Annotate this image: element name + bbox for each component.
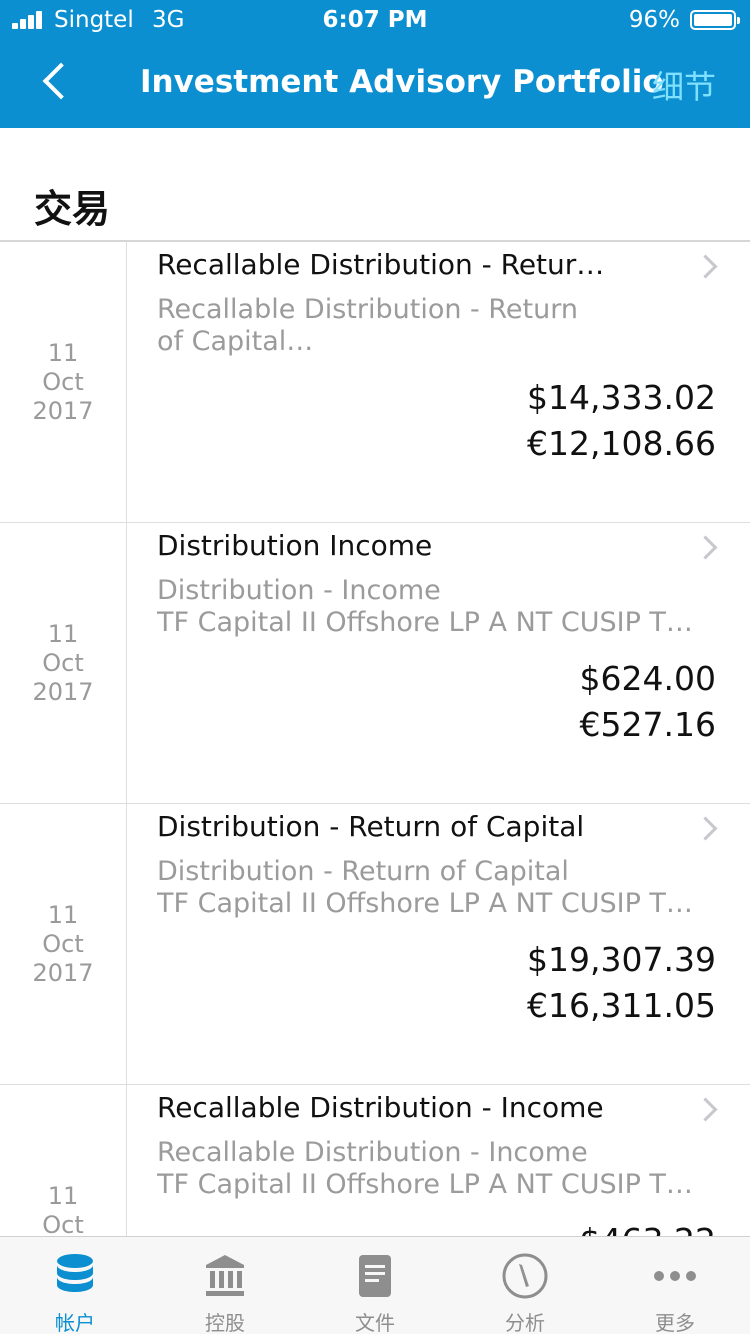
tab-database[interactable]: 帐户 [0, 1237, 150, 1334]
transaction-date: 11Oct2017 [32, 339, 93, 426]
battery-percent: 96% [628, 7, 680, 33]
app-screen: Singtel 3G 6:07 PM 96% Investment Adviso… [0, 0, 750, 1334]
chevron-right-icon [693, 816, 718, 841]
date-day: 11 [47, 619, 79, 648]
transaction-list[interactable]: 11 Oct 2017 Recallable Distribution - Retur… [0, 242, 750, 1236]
transaction-row[interactable]: 11Oct2017 Recallable Distribution - Incom… [0, 1085, 750, 1236]
tab-label: 更多 [655, 1311, 695, 1334]
amount-usd: $14,333.02 [527, 378, 716, 417]
description-line-2: TF Capital II Offshore LP A NT CUSIP T… [157, 888, 693, 919]
header-bar: Singtel 3G 6:07 PM 96% Investment Adviso… [0, 0, 750, 128]
date-day: 11 [47, 1181, 79, 1210]
transaction-title: Distribution - Return of Capital [157, 810, 585, 843]
date-column: 11Oct2017 [0, 1085, 127, 1236]
section-title: 交易 [34, 187, 111, 231]
back-button[interactable] [38, 62, 80, 106]
document-icon [350, 1251, 400, 1301]
date-month: Oct [42, 1210, 84, 1237]
transaction-row[interactable]: 11 Oct 2017 Distribution - Return of Capita… [0, 804, 750, 1085]
transaction-description: Recallable Distribution - Return of Capit… [157, 294, 732, 358]
date-column: 11Oct2017 [0, 804, 127, 1084]
tab-label: 文件 [355, 1311, 395, 1334]
tab-label: 帐户 [55, 1311, 95, 1334]
transaction-title: Distribution Income [157, 529, 433, 562]
amount-usd: $624.00 [579, 659, 716, 698]
amount-eur: €12,108.66 [527, 424, 716, 463]
transaction-date: 11Oct2017 [32, 901, 93, 988]
amount-eur: €527.16 [579, 705, 716, 744]
date-year: 2017 [32, 958, 94, 987]
page-title: Investment Advisory Portfolio [140, 64, 664, 100]
description-line-1: Distribution - Income [157, 575, 441, 606]
tab-label: 控股 [205, 1311, 245, 1334]
description-line-2: TF Capital II Offshore LP A NT CUSIP T… [157, 607, 693, 638]
amount-eur: €16,311.05 [527, 986, 716, 1025]
amount-usd: $19,307.39 [527, 940, 716, 979]
transaction-date: 11Oct2017 [32, 620, 93, 707]
date-day: 11 [47, 338, 79, 367]
transaction-title: Recallable Distribution - Income [157, 1091, 604, 1124]
date-column: 11Oct2017 [0, 242, 127, 522]
date-month: Oct [42, 648, 84, 677]
chevron-right-icon [693, 254, 718, 279]
description-line-2: of Capital… [157, 326, 314, 357]
bank-icon [200, 1251, 250, 1301]
transaction-row[interactable]: 11 Oct 2017 Recallable Distribution - Retur… [0, 242, 750, 523]
description-line-1: Distribution - Return of Capital [157, 856, 569, 887]
transaction-description: Distribution - Return of Capital TF Capit… [157, 856, 732, 920]
date-year: 2017 [32, 396, 94, 425]
transaction-description: Recallable Distribution - Income TF Capit… [157, 1137, 732, 1201]
date-month: Oct [42, 367, 84, 396]
transaction-row[interactable]: 11 Oct 2017 Distribution Income Distribution… [0, 523, 750, 804]
chevron-left-icon [42, 62, 80, 100]
date-year: 2017 [32, 677, 94, 706]
transaction-title: Recallable Distribution - Retur… [157, 248, 605, 281]
date-day: 11 [47, 900, 79, 929]
tab-bank[interactable]: 控股 [150, 1237, 300, 1334]
chevron-right-icon [693, 1097, 718, 1122]
amount-usd: $463.22 [580, 1221, 716, 1236]
transaction-description: Distribution - Income TF Capital II Offsh… [157, 575, 732, 639]
tab-label: 分析 [505, 1311, 545, 1334]
tab-document[interactable]: 文件 [300, 1237, 450, 1334]
chevron-right-icon [693, 535, 718, 560]
tab-compass[interactable]: 分析 [450, 1237, 600, 1334]
battery-icon [690, 10, 740, 30]
date-column: 11Oct2017 [0, 523, 127, 803]
description-line-1: Recallable Distribution - Income [157, 1137, 588, 1168]
more-icon [650, 1251, 700, 1301]
transaction-date: 11Oct2017 [32, 1182, 93, 1237]
status-bar: Singtel 3G 6:07 PM 96% [0, 0, 750, 40]
details-button[interactable]: 细节 [652, 62, 716, 108]
description-line-2: TF Capital II Offshore LP A NT CUSIP T… [157, 1169, 693, 1200]
compass-icon [500, 1251, 550, 1301]
tab-bar: 帐户 控股 文件 分析 更多 [0, 1236, 750, 1334]
tab-more[interactable]: 更多 [600, 1237, 750, 1334]
description-line-1: Recallable Distribution - Return [157, 294, 578, 325]
date-month: Oct [42, 929, 84, 958]
database-icon [50, 1251, 100, 1301]
